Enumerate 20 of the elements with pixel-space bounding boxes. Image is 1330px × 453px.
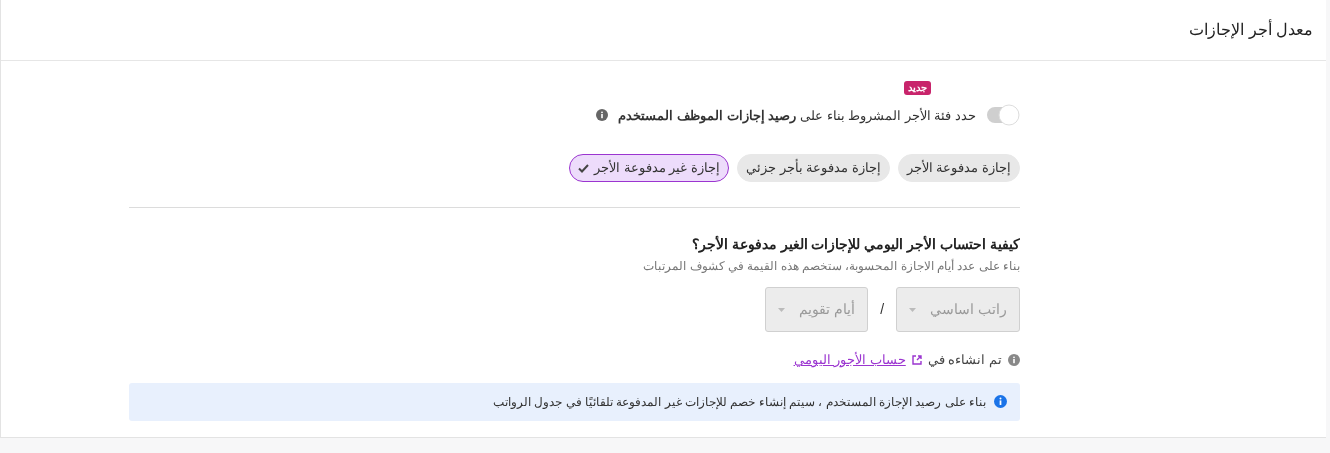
caret-icon: [778, 307, 786, 312]
notice-text: بناء على رصيد الإجازة المستخدم ، سيتم إنشاء خصم للإجازات غير المدفوعة تلقائيًا في جدول الرواتب: [493, 393, 986, 411]
check-icon: [578, 163, 590, 173]
question-title: كيفية احتساب الأجر اليومي للإجازات الغير مدفوعة الأجر؟: [690, 234, 1020, 255]
created-label: تم انشاءه في: [927, 351, 1002, 370]
toggle-switch[interactable]: [986, 104, 1020, 126]
toggle-label: حدد فئة الأجر المشروط بناء على رصيد إجازات الموظف المستخدم: [618, 108, 976, 123]
question-hint: بناء على عدد أيام الاجازة المحسوبة، ستخصم هذه القيمة في كشوف المرتبات: [642, 258, 1020, 275]
info-icon: [994, 395, 1007, 408]
caret-icon: [909, 307, 917, 312]
daily-wage-link[interactable]: حساب الأجور اليومي: [793, 350, 906, 370]
leave-type-chip[interactable]: إجازة مدفوعة الأجر: [897, 154, 1020, 182]
leave-type-chip[interactable]: إجازة غير مدفوعة الأجر: [569, 154, 729, 182]
info-icon: [1008, 353, 1020, 366]
card-title: معدل أجر الإجازات: [1189, 18, 1313, 41]
divide-sign: /: [879, 300, 886, 319]
leave-type-chip[interactable]: إجازة مدفوعة بأجر جزئي: [736, 154, 890, 182]
new-badge: جديد: [904, 81, 931, 95]
external-link-icon: [911, 354, 922, 365]
info-icon: [596, 109, 609, 121]
